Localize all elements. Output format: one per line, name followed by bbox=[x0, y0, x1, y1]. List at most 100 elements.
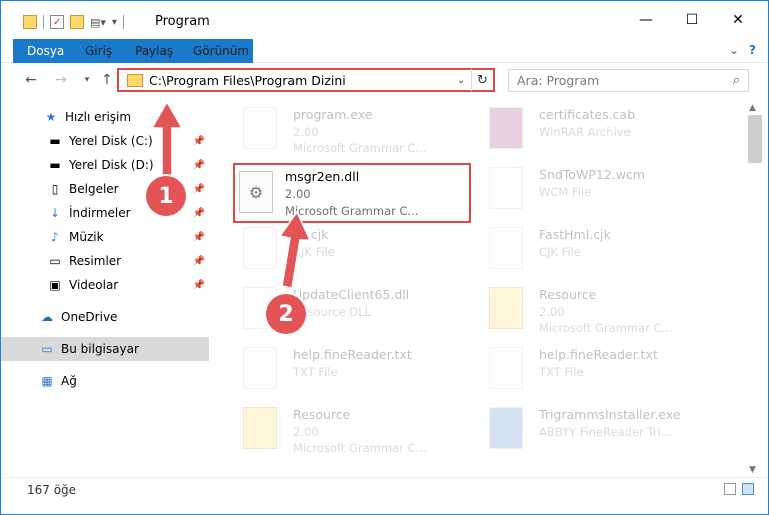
sidebar-item-pictures[interactable]: ▭ Resimler 📌 bbox=[1, 249, 209, 273]
sidebar-item-onedrive[interactable]: ☁ OneDrive bbox=[1, 305, 209, 329]
file-description: Microsoft Grammar C... bbox=[539, 321, 673, 335]
file-name: UpdateClient65.dll bbox=[293, 287, 410, 302]
pin-icon[interactable]: 📌 bbox=[193, 136, 205, 147]
title-bar: ✓ ▤▾ ▾ Program — ☐ ✕ bbox=[1, 1, 768, 39]
file-item[interactable]: help.fineReader.txt TXT File bbox=[469, 341, 709, 397]
close-button[interactable]: ✕ bbox=[715, 1, 761, 39]
forward-arrow-icon[interactable]: → bbox=[51, 70, 71, 90]
computer-icon: ▭ bbox=[41, 342, 53, 356]
folder-icon bbox=[243, 407, 277, 449]
divider bbox=[43, 15, 44, 29]
explorer-window: ✓ ▤▾ ▾ Program — ☐ ✕ Dosya Giriş Paylaş … bbox=[0, 0, 769, 515]
file-name: help.fineReader.txt bbox=[539, 347, 658, 362]
sidebar-item-label: Bu bilgisayar bbox=[61, 342, 139, 356]
address-bar[interactable]: C:\Program Files\Program Dizini ⌄ ↻ bbox=[117, 68, 495, 92]
pin-icon[interactable]: 📌 bbox=[193, 208, 205, 219]
file-item[interactable]: help.fineReader.txt TXT File bbox=[223, 341, 463, 397]
pin-icon[interactable]: 📌 bbox=[193, 160, 205, 171]
view-icon[interactable]: ▤▾ bbox=[90, 16, 106, 29]
file-icon bbox=[243, 227, 277, 269]
sidebar-item-network[interactable]: ▦ Ağ bbox=[1, 369, 209, 393]
refresh-icon[interactable]: ↻ bbox=[471, 69, 493, 91]
search-icon: ⌕ bbox=[732, 73, 740, 88]
file-item[interactable]: sk.cjk CJK File bbox=[223, 221, 463, 277]
drive-icon: ▬ bbox=[49, 158, 61, 172]
file-version: 2.00 bbox=[285, 187, 311, 201]
customize-qat-icon[interactable]: ▾ bbox=[112, 17, 117, 28]
scrollbar-thumb[interactable] bbox=[748, 115, 762, 163]
file-name: SndToWP12.wcm bbox=[539, 167, 645, 182]
pin-icon[interactable]: 📌 bbox=[193, 280, 205, 291]
drive-icon: ▬ bbox=[49, 134, 61, 148]
vertical-scrollbar[interactable]: ▲ ▼ bbox=[745, 101, 765, 477]
properties-icon[interactable]: ✓ bbox=[50, 15, 64, 29]
music-icon: ♪ bbox=[51, 230, 59, 244]
file-item[interactable]: TrigrammsInstaller.exe ABBYY FineReader … bbox=[469, 401, 709, 457]
file-type: TXT File bbox=[293, 365, 338, 379]
file-item[interactable]: FastHml.cjk CJK File bbox=[469, 221, 709, 277]
documents-icon: ▯ bbox=[51, 182, 59, 196]
sidebar-item-label: Hızlı erişim bbox=[65, 110, 132, 124]
details-view-icon[interactable] bbox=[724, 483, 736, 495]
pin-icon[interactable]: 📌 bbox=[193, 184, 205, 195]
pin-icon[interactable]: 📌 bbox=[193, 232, 205, 243]
expand-ribbon-icon[interactable]: ⌄ bbox=[729, 43, 739, 57]
tab-home[interactable]: Giriş bbox=[75, 39, 122, 63]
file-item[interactable]: UpdateClient65.dll Resource DLL bbox=[223, 281, 463, 337]
file-item[interactable]: certificates.cab WinRAR Archive bbox=[469, 101, 709, 157]
address-path[interactable]: C:\Program Files\Program Dizini bbox=[149, 73, 457, 88]
minimize-button[interactable]: — bbox=[623, 1, 669, 39]
sidebar-item-label: Belgeler bbox=[69, 182, 119, 196]
archive-icon bbox=[489, 107, 523, 149]
sidebar-item-music[interactable]: ♪ Müzik 📌 bbox=[1, 225, 209, 249]
navigation-bar: ← → ▾ ↑ C:\Program Files\Program Dizini … bbox=[1, 63, 768, 97]
search-box[interactable]: Ara: Program ⌕ bbox=[508, 69, 749, 92]
file-type: WinRAR Archive bbox=[539, 125, 631, 139]
sidebar-item-videos[interactable]: ▣ Videolar 📌 bbox=[1, 273, 209, 297]
address-dropdown-icon[interactable]: ⌄ bbox=[457, 75, 471, 86]
pin-icon[interactable]: 📌 bbox=[193, 256, 205, 267]
sidebar-item-label: OneDrive bbox=[61, 310, 118, 324]
file-version: 2.00 bbox=[293, 125, 319, 139]
file-item-highlighted[interactable]: ⚙ msgr2en.dll 2.00 Microsoft Grammar C..… bbox=[233, 163, 471, 223]
help-button[interactable]: ? bbox=[749, 43, 756, 57]
divider bbox=[122, 15, 124, 29]
up-arrow-icon[interactable]: ↑ bbox=[97, 70, 117, 90]
sidebar-item-disk-d[interactable]: ▬ Yerel Disk (D:) 📌 bbox=[1, 153, 209, 177]
file-icon bbox=[489, 167, 523, 209]
file-item[interactable]: Resource 2.00 Microsoft Grammar C... bbox=[469, 281, 709, 337]
new-folder-icon[interactable] bbox=[70, 15, 84, 29]
sidebar-item-quick-access[interactable]: ★ Hızlı erişim bbox=[1, 105, 209, 129]
file-type: CJK File bbox=[293, 245, 335, 259]
recent-locations-icon[interactable]: ▾ bbox=[77, 70, 97, 90]
file-item[interactable]: SndToWP12.wcm WCM File bbox=[469, 161, 709, 217]
cloud-icon: ☁ bbox=[41, 310, 53, 324]
sidebar-item-label: Yerel Disk (C:) bbox=[69, 134, 153, 148]
file-name: msgr2en.dll bbox=[285, 169, 360, 184]
star-icon: ★ bbox=[45, 110, 57, 124]
sidebar-item-disk-c[interactable]: ▬ Yerel Disk (C:) 📌 bbox=[1, 129, 209, 153]
file-version: 2.00 bbox=[539, 305, 565, 319]
tab-share[interactable]: Paylaş bbox=[125, 39, 183, 63]
file-description: Microsoft Grammar C... bbox=[285, 204, 419, 218]
step-marker-1: 1 bbox=[146, 176, 186, 216]
search-input[interactable]: Ara: Program bbox=[517, 73, 599, 88]
file-description: Microsoft Grammar C... bbox=[293, 441, 427, 455]
file-icon bbox=[243, 107, 277, 149]
step-marker-2: 2 bbox=[266, 294, 306, 334]
sidebar-item-this-pc[interactable]: ▭ Bu bilgisayar bbox=[1, 337, 209, 361]
file-item[interactable]: Resource 2.00 Microsoft Grammar C... bbox=[223, 401, 463, 457]
file-item[interactable]: program.exe 2.00 Microsoft Grammar C... bbox=[223, 101, 463, 157]
file-type: CJK File bbox=[539, 245, 581, 259]
folder-icon[interactable] bbox=[23, 15, 37, 29]
scroll-up-icon[interactable]: ▲ bbox=[749, 103, 756, 113]
file-name: FastHml.cjk bbox=[539, 227, 611, 242]
tab-view[interactable]: Görünüm bbox=[183, 39, 259, 63]
large-icons-view-icon[interactable] bbox=[742, 483, 754, 495]
status-bar: 167 öğe bbox=[1, 477, 768, 501]
maximize-button[interactable]: ☐ bbox=[669, 1, 715, 39]
file-name: Resource bbox=[539, 287, 597, 302]
file-icon bbox=[489, 227, 523, 269]
scroll-down-icon[interactable]: ▼ bbox=[749, 465, 756, 475]
back-arrow-icon[interactable]: ← bbox=[21, 70, 41, 90]
